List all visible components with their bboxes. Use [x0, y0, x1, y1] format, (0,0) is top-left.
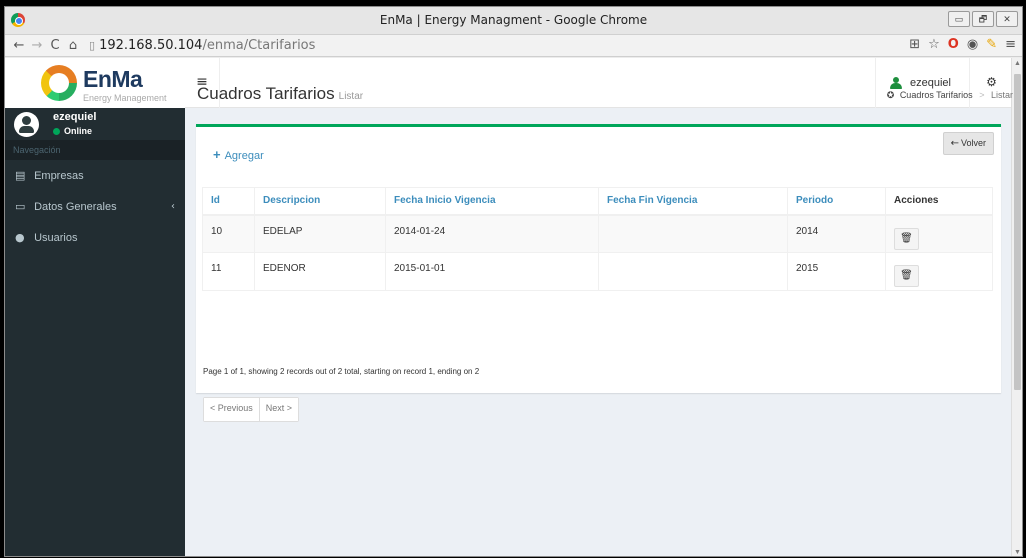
- user-icon: [890, 77, 903, 89]
- forward-arrow-icon[interactable]: →: [29, 38, 45, 53]
- chevron-left-icon: ‹: [171, 201, 175, 212]
- window-title: EnMa | Energy Managment - Google Chrome: [379, 13, 648, 27]
- address-bar-row: ← → C ⌂ ▯ 192.168.50.104/enma/Ctarifario…: [5, 35, 1022, 57]
- sidebar-item-usuarios[interactable]: ● Usuarios: [5, 222, 185, 253]
- users-icon: ●: [15, 231, 25, 244]
- home-icon[interactable]: ⌂: [65, 38, 81, 53]
- back-button[interactable]: ← Volver: [942, 132, 994, 155]
- add-button[interactable]: + Agregar: [213, 147, 264, 162]
- header-user-name: ezequiel: [910, 77, 951, 89]
- title-bar: EnMa | Energy Managment - Google Chrome …: [5, 7, 1022, 35]
- list-box: + Agregar ← Volver Id Descripcion Fecha In…: [196, 124, 1001, 422]
- table-header-row: Id Descripcion Fecha Inicio Vigencia Fec…: [202, 187, 993, 216]
- back-button-label: Volver: [960, 138, 986, 148]
- cell-periodo: 2015: [787, 252, 886, 291]
- breadcrumb-separator: >: [979, 90, 985, 100]
- column-header-descripcion[interactable]: Descripcion: [254, 187, 386, 216]
- sidebar-item-label: Datos Generales: [34, 201, 117, 213]
- plus-icon: +: [213, 147, 221, 162]
- scroll-up-icon[interactable]: ▲: [1014, 60, 1021, 67]
- opera-extension-icon[interactable]: O: [948, 37, 959, 52]
- page-icon: ▯: [89, 39, 96, 52]
- breadcrumb-link[interactable]: Cuadros Tarifarios: [900, 90, 973, 100]
- enma-logo-icon: [41, 65, 77, 101]
- url-host: 192.168.50.104: [99, 38, 203, 53]
- sidebar: ezequiel Online Navegación ▤ Empresas ▭ …: [5, 108, 185, 556]
- trash-icon: 🗑: [900, 232, 913, 244]
- user-status: Online: [53, 126, 92, 136]
- table-row: 10 EDELAP 2014-01-24 2014 🗑: [202, 214, 993, 253]
- breadcrumb-current: Listar: [990, 90, 1013, 100]
- chrome-menu-icon[interactable]: ≡: [1005, 37, 1016, 52]
- page-scrollbar[interactable]: ▲ ▼: [1011, 58, 1022, 556]
- sidebar-item-empresas[interactable]: ▤ Empresas: [5, 160, 185, 191]
- cell-fecha-fin: [598, 214, 788, 253]
- folder-icon: ▭: [15, 200, 26, 213]
- next-page-button[interactable]: Next >: [258, 398, 299, 421]
- page-subtitle: Listar: [338, 91, 364, 102]
- browser-extensions: ⊞ ☆ O ◉ ✎ ≡: [909, 37, 1016, 52]
- delete-button[interactable]: 🗑: [894, 265, 919, 287]
- sidebar-item-label: Usuarios: [34, 232, 78, 244]
- cell-descripcion: EDELAP: [254, 214, 386, 253]
- trash-icon: 🗑: [900, 270, 913, 281]
- cell-id: 11: [202, 252, 255, 291]
- online-dot-icon: [53, 128, 60, 135]
- cell-fecha-inicio: 2015-01-01: [385, 252, 599, 291]
- sidebar-user-name: ezequiel: [53, 111, 97, 123]
- pen-extension-icon[interactable]: ✎: [986, 37, 997, 52]
- user-panel: ezequiel Online: [5, 108, 185, 140]
- url-field[interactable]: 192.168.50.104/enma/Ctarifarios: [99, 38, 315, 53]
- avatar: [14, 112, 39, 137]
- bookmark-star-icon[interactable]: ☆: [928, 37, 940, 52]
- scroll-down-icon[interactable]: ▼: [1014, 549, 1021, 556]
- column-header-id[interactable]: Id: [202, 187, 255, 216]
- delete-button[interactable]: 🗑: [894, 227, 919, 250]
- column-header-fecha-fin[interactable]: Fecha Fin Vigencia: [598, 187, 788, 216]
- minimize-button[interactable]: ▭: [948, 11, 970, 27]
- page-title-text: Cuadros Tarifarios: [197, 84, 335, 103]
- building-icon: ▤: [15, 169, 26, 182]
- table-row: 11 EDENOR 2015-01-01 2015 🗑: [202, 252, 993, 291]
- arrow-left-icon: ←: [950, 138, 959, 149]
- breadcrumb: ✪ Cuadros Tarifarios > Listar: [887, 90, 1013, 101]
- reload-icon[interactable]: C: [47, 38, 63, 53]
- cell-periodo: 2014: [787, 214, 886, 253]
- cell-descripcion: EDENOR: [254, 252, 386, 291]
- column-header-acciones: Acciones: [885, 187, 993, 216]
- back-arrow-icon[interactable]: ←: [11, 38, 27, 53]
- extension-icon[interactable]: ◉: [967, 37, 978, 52]
- scrollbar-thumb[interactable]: [1014, 74, 1021, 390]
- cell-acciones: 🗑: [885, 252, 993, 291]
- tarifas-table: Id Descripcion Fecha Inicio Vigencia Fec…: [202, 187, 993, 291]
- user-status-label: Online: [64, 126, 93, 136]
- column-header-periodo[interactable]: Periodo: [787, 187, 886, 216]
- cell-acciones: 🗑: [885, 214, 993, 253]
- add-button-label: Agregar: [224, 150, 264, 162]
- logo[interactable]: EnMa Energy Management: [5, 58, 185, 108]
- dashboard-icon: ✪: [886, 91, 895, 101]
- nav-header: Navegación: [5, 140, 185, 160]
- translate-icon[interactable]: ⊞: [909, 37, 920, 52]
- pagination-info: Page 1 of 1, showing 2 records out of 2 …: [203, 367, 480, 376]
- pagination: < Previous Next >: [203, 397, 300, 422]
- page-title: Cuadros Tarifarios Listar: [197, 84, 363, 104]
- maximize-button[interactable]: 🗗: [972, 11, 994, 27]
- window-controls: ▭ 🗗 ✕: [948, 11, 1018, 27]
- brand-subtitle: Energy Management: [83, 93, 167, 103]
- browser-window: EnMa | Energy Managment - Google Chrome …: [4, 6, 1023, 557]
- column-header-fecha-inicio[interactable]: Fecha Inicio Vigencia: [385, 187, 599, 216]
- cell-id: 10: [202, 214, 255, 253]
- cell-fecha-fin: [598, 252, 788, 291]
- previous-page-button[interactable]: < Previous: [204, 398, 259, 421]
- sidebar-item-datos-generales[interactable]: ▭ Datos Generales ‹: [5, 191, 185, 222]
- cell-fecha-inicio: 2014-01-24: [385, 214, 599, 253]
- brand-name: EnMa: [83, 66, 143, 92]
- url-path: /enma/Ctarifarios: [202, 38, 316, 53]
- close-button[interactable]: ✕: [996, 11, 1018, 27]
- sidebar-item-label: Empresas: [34, 170, 84, 182]
